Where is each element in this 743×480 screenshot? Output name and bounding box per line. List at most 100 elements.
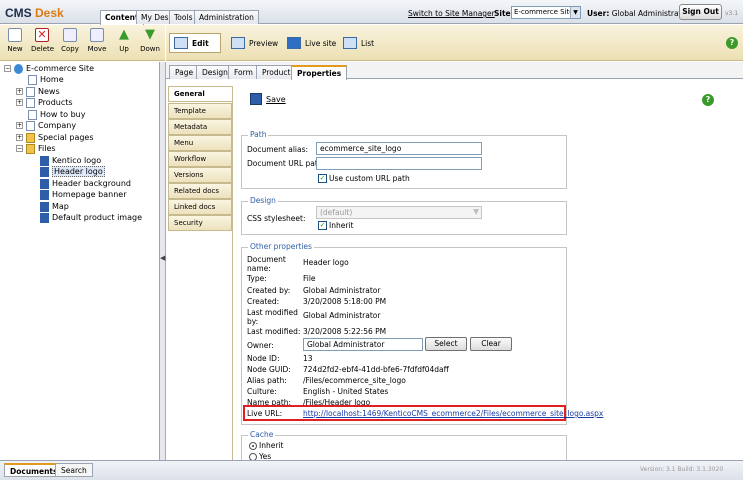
delete-icon: ✕ xyxy=(35,28,49,42)
site-select[interactable]: E-commerce Site ▼ xyxy=(511,6,581,19)
list-button[interactable]: List xyxy=(339,33,378,53)
side-tab-menu[interactable]: Menu xyxy=(168,135,232,151)
use-custom-url-checkbox[interactable]: ✓ xyxy=(318,174,327,183)
culture-value: English - United States xyxy=(303,387,389,396)
type-label: Type: xyxy=(247,274,267,283)
css-stylesheet-label: CSS stylesheet: xyxy=(247,214,306,223)
tab-properties[interactable]: Properties xyxy=(291,65,348,80)
css-stylesheet-select[interactable]: (default) ▼ xyxy=(316,206,482,219)
alias-path-value: /Files/ecommerce_site_logo xyxy=(303,376,406,385)
live-url-label: Live URL: xyxy=(247,409,283,418)
owner-input[interactable]: Global Administrator xyxy=(303,338,423,351)
live-site-button[interactable]: Live site xyxy=(283,33,340,53)
last-modified-value: 3/20/2008 5:22:56 PM xyxy=(303,327,387,336)
up-button[interactable]: ▲ Up xyxy=(113,27,135,58)
down-button[interactable]: ▼ Down xyxy=(139,27,161,58)
version-badge: v3.1 xyxy=(725,10,739,17)
side-tab-workflow[interactable]: Workflow xyxy=(168,151,232,167)
app-logo: CMS Desk xyxy=(5,6,64,20)
tree-node-files[interactable]: − Files xyxy=(16,143,56,155)
select-owner-button[interactable]: Select xyxy=(425,337,467,351)
tree-node-default-product-image[interactable]: Default product image xyxy=(40,212,142,224)
new-button[interactable]: New xyxy=(4,27,26,58)
arrow-down-icon: ▼ xyxy=(145,27,155,42)
created-by-value: Global Administrator xyxy=(303,286,381,295)
panel-splitter[interactable]: ◀ xyxy=(160,62,166,460)
edit-icon xyxy=(174,37,188,49)
expand-icon[interactable]: + xyxy=(16,134,23,141)
side-tab-versions[interactable]: Versions xyxy=(168,167,232,183)
document-alias-input[interactable]: ecommerce_site_logo xyxy=(316,142,482,155)
site-select-value: E-commerce Site xyxy=(514,8,574,16)
folder-icon xyxy=(26,132,35,143)
inherit-css-checkbox[interactable]: ✓ xyxy=(318,221,327,230)
created-label: Created: xyxy=(247,297,280,306)
file-icon xyxy=(40,189,49,200)
file-icon xyxy=(40,178,49,189)
sign-out-button[interactable]: Sign Out xyxy=(679,4,722,20)
tree-node-homepage-banner[interactable]: Homepage banner xyxy=(40,189,126,201)
node-id-value: 13 xyxy=(303,354,313,363)
tab-form[interactable]: Form xyxy=(228,65,259,79)
expand-icon[interactable]: + xyxy=(16,88,23,95)
side-tab-related-docs[interactable]: Related docs xyxy=(168,183,232,199)
tree-node-products[interactable]: + Products xyxy=(16,97,73,109)
document-alias-label: Document alias: xyxy=(247,145,309,154)
collapse-arrow-icon[interactable]: ◀ xyxy=(160,254,165,262)
side-tab-security[interactable]: Security xyxy=(168,215,232,231)
side-tab-general[interactable]: General xyxy=(168,86,232,102)
tab-page[interactable]: Page xyxy=(169,65,200,79)
type-value: File xyxy=(303,274,316,283)
side-tab-metadata[interactable]: Metadata xyxy=(168,119,232,135)
clear-owner-button[interactable]: Clear xyxy=(470,337,512,351)
alias-path-label: Alias path: xyxy=(247,376,287,385)
move-button[interactable]: Move xyxy=(86,27,108,58)
switch-site-manager-link[interactable]: Switch to Site Manager xyxy=(408,9,495,18)
chevron-down-icon: ▼ xyxy=(473,207,479,216)
preview-button[interactable]: Preview xyxy=(227,33,282,53)
save-button[interactable]: Save xyxy=(250,93,286,105)
tree-node-header-logo[interactable]: Header logo xyxy=(40,166,105,178)
footer-version: Version: 3.1 Build: 3.1.3020 xyxy=(640,466,724,473)
design-legend: Design xyxy=(248,196,278,205)
page-icon xyxy=(26,120,35,131)
collapse-icon[interactable]: − xyxy=(16,145,23,152)
expand-icon[interactable]: + xyxy=(16,122,23,129)
side-tab-template[interactable]: Template xyxy=(168,103,232,119)
side-tab-linked-docs[interactable]: Linked docs xyxy=(168,199,232,215)
document-tabs: Page Design Form Product Properties xyxy=(166,62,743,80)
edit-view-button[interactable]: Edit xyxy=(169,33,221,53)
page-icon xyxy=(26,86,35,97)
node-id-label: Node ID: xyxy=(247,354,280,363)
tree-node-company[interactable]: + Company xyxy=(16,120,76,132)
tree-node-home[interactable]: Home xyxy=(28,74,64,86)
globe-icon xyxy=(14,63,23,74)
culture-label: Culture: xyxy=(247,387,277,396)
document-name-value: Header logo xyxy=(303,258,349,267)
preview-icon xyxy=(231,37,245,49)
copy-icon xyxy=(63,28,77,42)
document-url-path-label: Document URL path: xyxy=(247,159,326,168)
copy-button[interactable]: Copy xyxy=(59,27,81,58)
tab-administration[interactable]: Administration xyxy=(194,10,259,24)
move-icon xyxy=(90,28,104,42)
properties-side-tabs: General Template Metadata Menu Workflow … xyxy=(168,86,232,460)
tree-toolbar: New ✕ Delete Copy Move ▲ Up ▼ Down xyxy=(0,25,165,61)
new-document-icon xyxy=(8,28,22,42)
last-modified-by-value: Global Administrator xyxy=(303,311,381,320)
other-properties-legend: Other properties xyxy=(248,242,314,251)
cache-inherit-radio[interactable] xyxy=(249,442,257,450)
live-url-link[interactable]: http://localhost:1469/KenticoCMS_ecommer… xyxy=(303,409,603,418)
delete-button[interactable]: ✕ Delete xyxy=(31,27,54,58)
created-by-label: Created by: xyxy=(247,286,291,295)
tab-search[interactable]: Search xyxy=(55,463,93,477)
collapse-icon[interactable]: − xyxy=(4,65,11,72)
page-icon xyxy=(28,109,37,120)
cache-inherit-label: Inherit xyxy=(259,441,284,450)
expand-icon[interactable]: + xyxy=(16,99,23,106)
help-icon[interactable]: ? xyxy=(702,94,714,106)
created-value: 3/20/2008 5:18:00 PM xyxy=(303,297,387,306)
last-modified-label: Last modified: xyxy=(247,327,301,336)
help-icon[interactable]: ? xyxy=(726,37,738,49)
document-url-path-input[interactable] xyxy=(316,157,482,170)
